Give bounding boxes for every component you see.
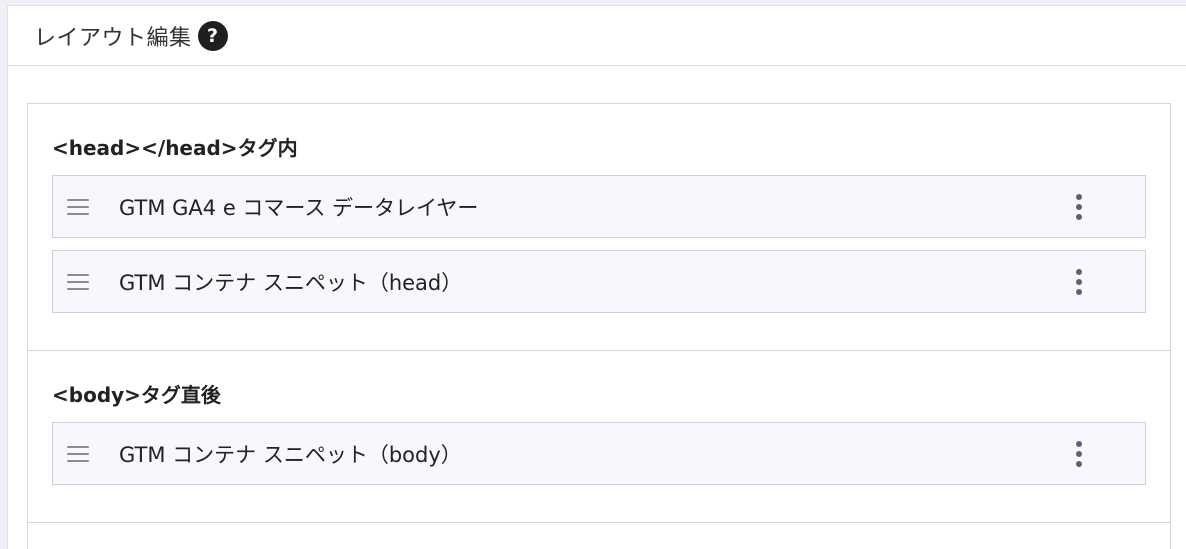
drag-handle-icon[interactable] [67,273,89,290]
section-body: <body>タグ直後 GTM コンテナ スニペット（body） [28,351,1170,523]
kebab-menu-icon[interactable] [1071,438,1087,470]
layout-item-ga4-datalayer[interactable]: GTM GA4 e コマース データレイヤー [52,175,1146,238]
help-question-icon[interactable]: ? [197,20,228,51]
layout-edit-panel: レイアウト編集 ? <head></head>タグ内 GTM GA4 e コマー… [7,5,1186,549]
item-label: GTM コンテナ スニペット（head） [119,270,463,295]
layout-item-gtm-snippet-body[interactable]: GTM コンテナ スニペット（body） [52,422,1146,485]
drag-handle-icon[interactable] [67,198,89,215]
panel-title: レイアウト編集 [34,25,192,51]
section-next [28,523,1170,549]
kebab-menu-icon[interactable] [1071,191,1087,223]
section-title-body: <body>タグ直後 [52,383,221,407]
panel-body: <head></head>タグ内 GTM GA4 e コマース データレイヤー … [8,66,1186,549]
kebab-menu-icon[interactable] [1071,266,1087,298]
item-label: GTM GA4 e コマース データレイヤー [119,195,479,220]
layout-item-gtm-snippet-head[interactable]: GTM コンテナ スニペット（head） [52,250,1146,313]
item-label: GTM コンテナ スニペット（body） [119,442,462,467]
layout-box: <head></head>タグ内 GTM GA4 e コマース データレイヤー … [27,103,1171,549]
drag-handle-icon[interactable] [67,445,89,462]
section-head: <head></head>タグ内 GTM GA4 e コマース データレイヤー … [28,104,1170,351]
panel-header: レイアウト編集 ? [8,6,1186,66]
section-title-head: <head></head>タグ内 [52,136,298,160]
